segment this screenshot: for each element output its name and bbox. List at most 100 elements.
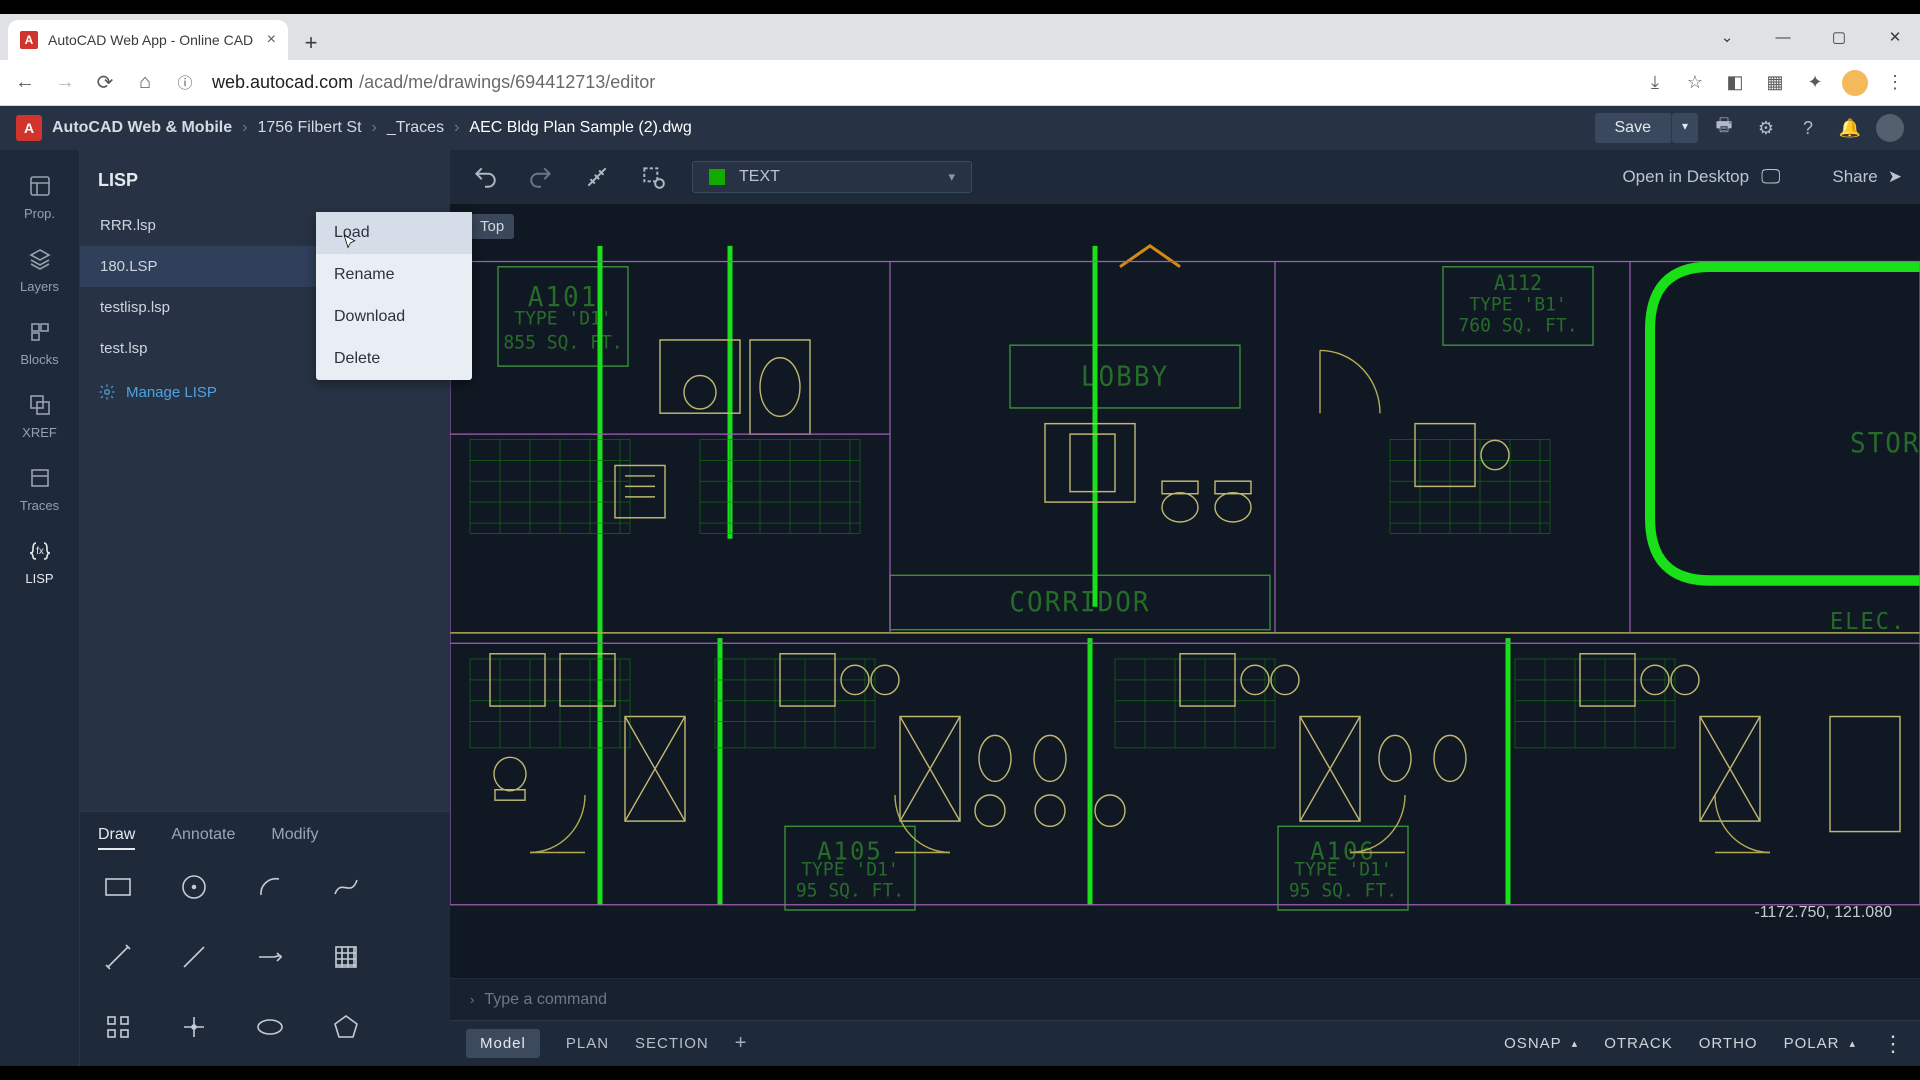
- tool-spline[interactable]: [322, 866, 370, 908]
- otrack-toggle[interactable]: OTRACK: [1604, 1035, 1673, 1052]
- window-close-icon[interactable]: ✕: [1880, 28, 1910, 46]
- breadcrumb[interactable]: 1756 Filbert St: [257, 119, 361, 137]
- browser-tab[interactable]: A AutoCAD Web App - Online CAD ×: [8, 20, 288, 60]
- side-panel-icon[interactable]: ◧: [1722, 72, 1748, 93]
- menu-download[interactable]: Download: [316, 296, 472, 338]
- open-in-desktop-link[interactable]: Open in Desktop 🖵: [1622, 166, 1780, 189]
- chevron-up-icon: ▴: [1849, 1037, 1856, 1050]
- reload-icon[interactable]: ⟳: [92, 70, 118, 95]
- svg-text:STORAGE: STORAGE: [1850, 428, 1920, 460]
- svg-text:855 SQ. FT.: 855 SQ. FT.: [503, 332, 622, 353]
- function-icon: fx: [26, 537, 54, 565]
- more-icon[interactable]: ⋮: [1882, 1031, 1904, 1057]
- tab-title: AutoCAD Web App - Online CAD: [48, 32, 257, 48]
- tool-hatch[interactable]: [322, 936, 370, 978]
- nav-rail: Prop. Layers Blocks XREF Traces: [0, 150, 80, 1066]
- breadcrumb-current: AEC Bldg Plan Sample (2).dwg: [469, 119, 691, 137]
- reading-list-icon[interactable]: ▦: [1762, 72, 1788, 93]
- tool-ellipse[interactable]: [246, 1006, 294, 1048]
- svg-text:TYPE 'B1': TYPE 'B1': [1469, 294, 1566, 315]
- command-line[interactable]: › Type a command: [450, 978, 1920, 1020]
- blocks-icon: [26, 318, 54, 346]
- menu-load[interactable]: Load: [316, 212, 472, 254]
- maximize-icon[interactable]: ▢: [1824, 28, 1854, 46]
- sheet-tabs: Model PLAN SECTION + OSNAP▴ OTRACK ORTHO…: [450, 1020, 1920, 1066]
- tool-polygon[interactable]: [322, 1006, 370, 1048]
- favicon: A: [20, 31, 38, 49]
- sheet-tab-section[interactable]: SECTION: [635, 1035, 709, 1052]
- menu-rename[interactable]: Rename: [316, 254, 472, 296]
- redo-icon[interactable]: [524, 160, 558, 194]
- gear-icon: [98, 383, 116, 401]
- sheet-tab-plan[interactable]: PLAN: [566, 1035, 609, 1052]
- svg-text:ELEC. CLOSET: ELEC. CLOSET: [1830, 609, 1920, 636]
- url-field[interactable]: web.autocad.com/acad/me/drawings/6944127…: [212, 72, 1628, 93]
- rail-xref[interactable]: XREF: [0, 379, 79, 452]
- ortho-toggle[interactable]: ORTHO: [1699, 1035, 1758, 1052]
- forward-icon[interactable]: →: [52, 71, 78, 94]
- profile-avatar[interactable]: [1842, 70, 1868, 96]
- add-sheet-button[interactable]: +: [735, 1032, 747, 1055]
- tool-array[interactable]: [94, 1006, 142, 1048]
- send-icon: ➤: [1888, 167, 1902, 187]
- tab-draw[interactable]: Draw: [98, 826, 135, 850]
- context-menu: Load Rename Download Delete: [316, 212, 472, 380]
- tool-xline[interactable]: [94, 936, 142, 978]
- tab-annotate[interactable]: Annotate: [171, 826, 235, 850]
- menu-delete[interactable]: Delete: [316, 338, 472, 380]
- undo-icon[interactable]: [468, 160, 502, 194]
- osnap-toggle[interactable]: OSNAP▴: [1504, 1035, 1578, 1052]
- share-link[interactable]: Share ➤: [1832, 167, 1902, 187]
- tool-circle[interactable]: [170, 866, 218, 908]
- app-logo[interactable]: A: [16, 115, 42, 141]
- tool-polyline[interactable]: [246, 936, 294, 978]
- sheet-tab-model[interactable]: Model: [466, 1029, 540, 1058]
- canvas-toolbar: TEXT ▾ Open in Desktop 🖵 Share ➤: [450, 150, 1920, 204]
- bell-icon[interactable]: 🔔: [1834, 112, 1866, 144]
- user-avatar[interactable]: [1876, 114, 1904, 142]
- breadcrumb-root[interactable]: AutoCAD Web & Mobile: [52, 119, 232, 137]
- layer-selector[interactable]: TEXT ▾: [692, 161, 972, 193]
- monitor-icon: 🖵: [1761, 166, 1780, 189]
- menu-icon[interactable]: ⋮: [1882, 72, 1908, 93]
- drawing-canvas[interactable]: Top -1172.750, 121.080 CORRIDOR LOBBY A1…: [450, 204, 1920, 978]
- view-orientation[interactable]: Top: [470, 214, 514, 239]
- chevron-right-icon: ›: [242, 119, 247, 137]
- xref-icon: [26, 391, 54, 419]
- tool-arc[interactable]: [246, 866, 294, 908]
- print-icon[interactable]: 🖶: [1708, 112, 1740, 144]
- polar-toggle[interactable]: POLAR▴: [1784, 1035, 1856, 1052]
- traces-icon: [26, 464, 54, 492]
- tab-modify[interactable]: Modify: [271, 826, 318, 850]
- rail-blocks[interactable]: Blocks: [0, 306, 79, 379]
- bookmark-icon[interactable]: ☆: [1682, 72, 1708, 93]
- chevron-right-icon: ›: [454, 119, 459, 137]
- close-tab-icon[interactable]: ×: [267, 31, 276, 49]
- editor-center: TEXT ▾ Open in Desktop 🖵 Share ➤ Top: [450, 150, 1920, 1066]
- help-icon[interactable]: ?: [1792, 112, 1824, 144]
- back-icon[interactable]: ←: [12, 71, 38, 94]
- site-info-icon[interactable]: ⓘ: [172, 72, 198, 93]
- rail-lisp[interactable]: fx LISP: [0, 525, 79, 598]
- extensions-icon[interactable]: ✦: [1802, 72, 1828, 93]
- rail-layers[interactable]: Layers: [0, 233, 79, 306]
- rail-properties[interactable]: Prop.: [0, 160, 79, 233]
- tool-line[interactable]: [170, 936, 218, 978]
- tool-rectangle[interactable]: [94, 866, 142, 908]
- rail-traces[interactable]: Traces: [0, 452, 79, 525]
- minimize-icon[interactable]: —: [1768, 29, 1798, 46]
- save-button[interactable]: Save: [1595, 113, 1672, 143]
- gear-icon[interactable]: ⚙: [1750, 112, 1782, 144]
- tool-point[interactable]: [170, 1006, 218, 1048]
- install-app-icon[interactable]: ⤓: [1642, 72, 1668, 93]
- browser-tab-row: A AutoCAD Web App - Online CAD × + ⌄ — ▢…: [0, 14, 1920, 60]
- new-tab-button[interactable]: +: [294, 26, 328, 60]
- save-dropdown[interactable]: ▾: [1672, 113, 1698, 143]
- measure-icon[interactable]: [580, 160, 614, 194]
- home-icon[interactable]: ⌂: [132, 71, 158, 94]
- select-icon[interactable]: [636, 160, 670, 194]
- chevron-down-icon[interactable]: ⌄: [1712, 28, 1742, 46]
- svg-text:TYPE 'D1': TYPE 'D1': [514, 308, 611, 329]
- breadcrumb[interactable]: _Traces: [387, 119, 444, 137]
- svg-text:fx: fx: [36, 546, 44, 557]
